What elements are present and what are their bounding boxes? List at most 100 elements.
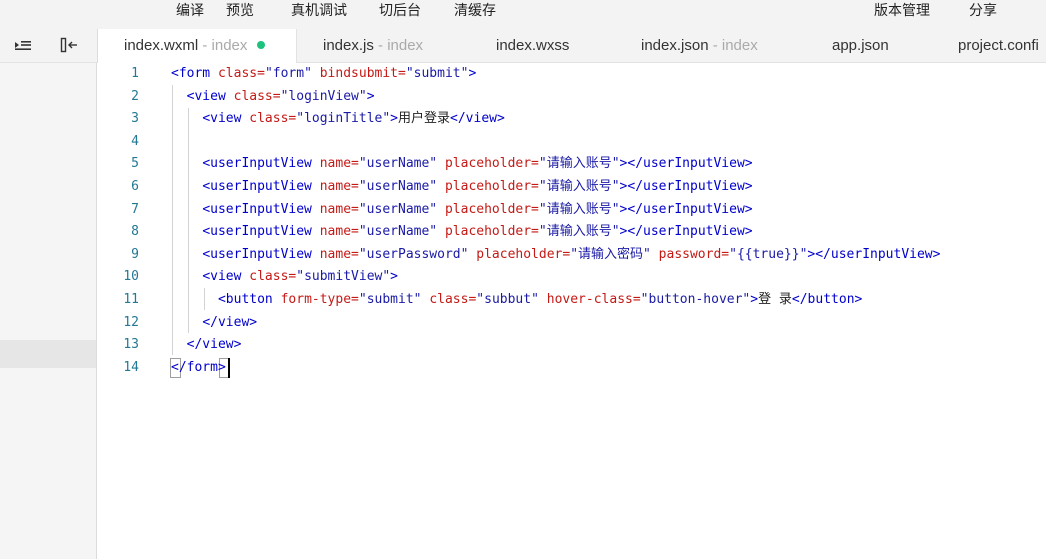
code-line[interactable]: 1 <form class="form" bindsubmit="submit"> bbox=[97, 63, 1046, 85]
tab-index-js[interactable]: index.js - index bbox=[323, 29, 423, 62]
code-token: "userName" bbox=[358, 224, 438, 240]
code-token: 登 录 bbox=[758, 292, 792, 307]
tab-project-config[interactable]: project.confi bbox=[958, 29, 1046, 62]
code-token: placeholder= bbox=[444, 201, 539, 217]
code-token: "loginTitle" bbox=[296, 111, 391, 127]
code-line[interactable]: 4 bbox=[97, 131, 1046, 153]
compile-button[interactable]: 编译 bbox=[176, 0, 204, 22]
code-text: <button form-type="submit" class="subbut… bbox=[171, 289, 862, 311]
version-manage-button[interactable]: 版本管理 bbox=[874, 0, 930, 22]
selected-file-row[interactable] bbox=[0, 340, 96, 368]
tab-sub: - index bbox=[708, 37, 758, 54]
code-token: ></userInputView> bbox=[807, 246, 941, 262]
code-text: <userInputView name="userName" placehold… bbox=[171, 176, 753, 198]
code-line[interactable]: 14 </form> bbox=[97, 357, 1046, 379]
code-line[interactable]: 10 <view class="submitView"> bbox=[97, 266, 1046, 288]
tab-index-wxss[interactable]: index.wxss bbox=[496, 29, 569, 62]
code-token: "userPassword" bbox=[358, 246, 469, 262]
tab-index-wxml[interactable]: index.wxml - index bbox=[98, 29, 297, 63]
code-token: placeholder= bbox=[444, 156, 539, 172]
side-controls bbox=[0, 29, 98, 62]
code-token: </view> bbox=[202, 314, 258, 330]
code-line[interactable]: 11 <button form-type="submit" class="sub… bbox=[97, 289, 1046, 311]
code-token: class= bbox=[429, 292, 477, 307]
code-text: <userInputView name="userName" placehold… bbox=[171, 153, 753, 175]
code-text: <form class="form" bindsubmit="submit"> bbox=[171, 63, 476, 85]
code-token: "请输入账号" bbox=[538, 201, 620, 217]
preview-button[interactable]: 预览 bbox=[226, 0, 254, 22]
code-token: > bbox=[366, 88, 375, 104]
code-token: ></userInputView> bbox=[619, 201, 753, 217]
line-number: 4 bbox=[131, 133, 139, 149]
code-token: hover-class= bbox=[546, 292, 641, 307]
code-editor[interactable]: 1 <form class="form" bindsubmit="submit">… bbox=[97, 63, 1046, 559]
code-line[interactable]: 13 </view> bbox=[97, 334, 1046, 356]
code-token: <userInputView bbox=[202, 246, 320, 262]
code-token: <userInputView bbox=[202, 201, 320, 217]
tab-sub: - index bbox=[373, 37, 424, 54]
code-line[interactable]: 3 <view class="loginTitle">用户登录</view> bbox=[97, 108, 1046, 130]
collapse-panel-icon[interactable] bbox=[60, 37, 78, 53]
code-token: > bbox=[750, 292, 759, 307]
code-text: <userInputView name="userName" placehold… bbox=[171, 199, 753, 221]
editor-tab-bar: index.wxml - index index.js - index inde… bbox=[0, 29, 1046, 63]
device-debug-button[interactable]: 真机调试 bbox=[291, 0, 347, 22]
code-token: <form bbox=[171, 66, 218, 81]
code-token: "{{true}}" bbox=[729, 246, 808, 262]
code-token: name= bbox=[319, 156, 359, 172]
code-token: ></userInputView> bbox=[619, 156, 753, 172]
code-token: placeholder= bbox=[444, 224, 539, 240]
code-line[interactable]: 12 </view> bbox=[97, 312, 1046, 334]
tab-app-json[interactable]: app.json bbox=[832, 29, 889, 62]
code-token: class= bbox=[233, 88, 281, 104]
line-number: 5 bbox=[131, 156, 139, 172]
code-line[interactable]: 9 <userInputView name="userPassword" pla… bbox=[97, 244, 1046, 266]
line-number: 7 bbox=[131, 201, 139, 217]
line-number: 10 bbox=[123, 269, 139, 285]
code-token: ></userInputView> bbox=[619, 224, 753, 240]
clear-cache-button[interactable]: 清缓存 bbox=[454, 0, 496, 22]
code-token: name= bbox=[319, 246, 359, 262]
tab-label: index.js bbox=[323, 37, 374, 54]
code-token: </button> bbox=[791, 292, 863, 307]
code-line[interactable]: 5 <userInputView name="userName" placeho… bbox=[97, 153, 1046, 175]
code-line[interactable]: 6 <userInputView name="userName" placeho… bbox=[97, 176, 1046, 198]
code-token: "userName" bbox=[358, 156, 438, 172]
list-indent-icon[interactable] bbox=[14, 37, 32, 53]
file-sidebar bbox=[0, 63, 97, 559]
code-token: <view bbox=[202, 111, 250, 127]
background-button[interactable]: 切后台 bbox=[379, 0, 421, 22]
tab-label: project.confi bbox=[958, 37, 1039, 54]
code-token: </view> bbox=[186, 337, 242, 353]
tab-index-json[interactable]: index.json - index bbox=[641, 29, 758, 62]
code-token: > bbox=[390, 111, 398, 127]
tab-label: index.wxss bbox=[496, 37, 570, 54]
code-token: form-type= bbox=[280, 292, 359, 307]
line-number: 8 bbox=[131, 224, 139, 240]
code-token: ></userInputView> bbox=[619, 179, 753, 194]
code-token: <userInputView bbox=[202, 179, 320, 194]
code-text: </view> bbox=[171, 334, 242, 356]
code-line[interactable]: 7 <userInputView name="userName" placeho… bbox=[97, 199, 1046, 221]
top-toolbar: 编译 预览 真机调试 切后台 清缓存 版本管理 分享 bbox=[0, 0, 1046, 30]
code-token: "submit" bbox=[358, 292, 422, 307]
code-token: <view bbox=[186, 88, 234, 104]
tab-label: index.wxml bbox=[124, 37, 199, 54]
code-line[interactable]: 8 <userInputView name="userName" placeho… bbox=[97, 221, 1046, 243]
line-number: 3 bbox=[131, 111, 139, 127]
line-number: 9 bbox=[131, 246, 139, 262]
code-token: > bbox=[390, 269, 398, 285]
share-button[interactable]: 分享 bbox=[969, 0, 997, 22]
code-line[interactable]: 2 <view class="loginView"> bbox=[97, 86, 1046, 108]
